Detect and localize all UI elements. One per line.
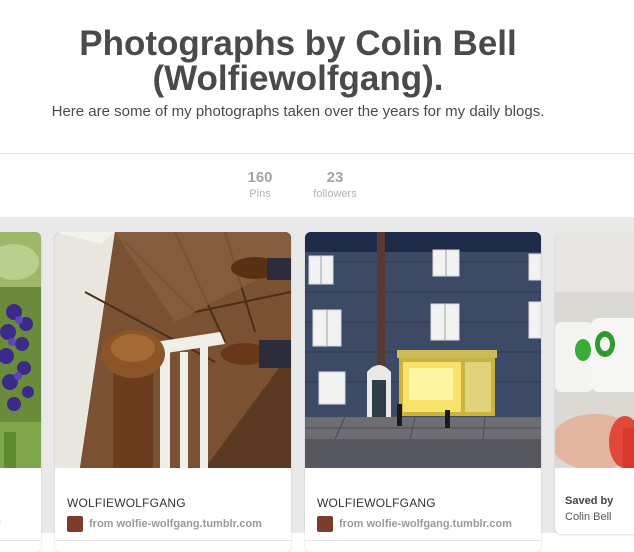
pin-username[interactable]: WOLFIEWOLFGANG	[67, 496, 186, 510]
pin-source-text: from wolfie-wolfgang.tumblr.com	[89, 518, 262, 530]
pins-count-link[interactable]: 160 Pins	[225, 169, 295, 200]
pin-grid: o	[0, 217, 634, 552]
pins-label: Pins	[249, 188, 271, 200]
board-title-line-1: Photographs by Colin Bell	[79, 24, 517, 63]
saved-by-label: Saved by	[565, 495, 614, 507]
pin-divider	[55, 540, 291, 541]
user-avatar	[67, 516, 83, 532]
followers-count-link[interactable]: 23 followers	[300, 169, 370, 200]
followers-count: 23	[326, 169, 344, 186]
board-description: Here are some of my photographs taken ov…	[51, 103, 545, 120]
pin-image-mugs[interactable]	[555, 232, 634, 468]
user-avatar	[317, 516, 333, 532]
saved-by-name[interactable]: Colin Bell	[565, 511, 611, 523]
pin-source-link[interactable]: from wolfie-wolfgang.tumblr.com	[317, 516, 512, 532]
pin-source-text: from wolfie-wolfgang.tumblr.com	[339, 518, 512, 530]
pin-card-left-partial[interactable]: o	[0, 232, 41, 552]
pin-source-fragment: o	[0, 516, 1, 528]
pin-source-link[interactable]: from wolfie-wolfgang.tumblr.com	[67, 516, 262, 532]
board-title-line-2: (Wolfiewolfgang).	[152, 59, 444, 98]
pin-divider	[305, 540, 541, 541]
pins-count: 160	[247, 169, 273, 186]
board-stats-bar: 160 Pins 23 followers	[0, 153, 634, 218]
pin-card-staircase[interactable]: WOLFIEWOLFGANG from wolfie-wolfgang.tumb…	[55, 232, 291, 552]
pin-divider	[0, 540, 41, 541]
board-title: Photographs by Colin Bell (Wolfiewolfgan…	[0, 26, 596, 96]
pin-image-staircase[interactable]	[55, 232, 291, 468]
pin-image-street-night[interactable]	[305, 232, 541, 468]
board-header: Photographs by Colin Bell (Wolfiewolfgan…	[0, 0, 634, 153]
pin-card-street[interactable]: WOLFIEWOLFGANG from wolfie-wolfgang.tumb…	[305, 232, 541, 552]
pin-username[interactable]: WOLFIEWOLFGANG	[317, 496, 436, 510]
followers-label: followers	[313, 188, 357, 200]
pin-card-right-partial[interactable]: Saved by Colin Bell	[555, 232, 634, 534]
pin-image-hyacinth[interactable]	[0, 232, 41, 468]
